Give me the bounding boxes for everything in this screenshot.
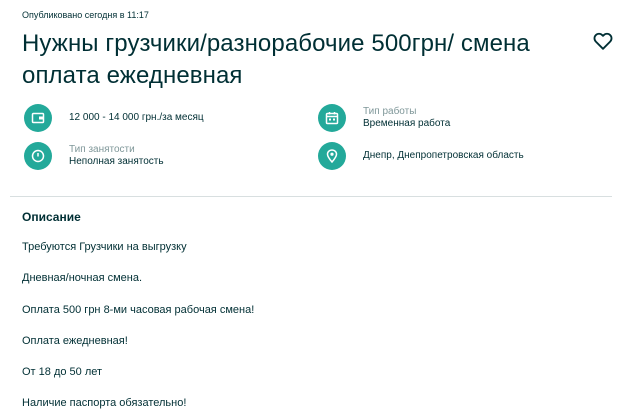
work-type-attribute: Тип работы Временная работа: [318, 104, 450, 132]
location-value: Днепр, Днепропетровская область: [363, 150, 524, 161]
description-line: Требуются Грузчики на выгрузку: [22, 241, 187, 253]
employment-type-attribute: Тип занятости Неполная занятость: [24, 142, 164, 170]
location-pin-icon: [318, 142, 346, 170]
employment-type-value: Неполная занятость: [69, 156, 164, 167]
page-title: Нужны грузчики/разнорабочие 500грн/ смен…: [22, 30, 530, 89]
work-type-value: Временная работа: [363, 118, 451, 129]
description-line: Оплата 500 грн 8-ми часовая рабочая смен…: [22, 304, 255, 316]
published-date: Опубликовано сегодня в 11:17: [22, 10, 149, 20]
clock-icon: [24, 142, 52, 170]
description-line: От 18 до 50 лет: [22, 366, 103, 378]
description-line: Наличие паспорта обязательно!: [22, 397, 187, 409]
calendar-icon: [318, 104, 346, 132]
favorite-heart-icon[interactable]: [592, 30, 614, 52]
description-title: Описание: [22, 210, 81, 224]
description-line: Оплата ежедневная!: [22, 335, 128, 347]
salary-value: 12 000 - 14 000 грн./за месяц: [69, 112, 204, 123]
location-attribute: Днепр, Днепропетровская область: [318, 142, 524, 170]
employment-type-label: Тип занятости: [69, 144, 135, 155]
wallet-icon: [24, 104, 52, 132]
divider: [10, 196, 612, 197]
description-line: Дневная/ночная смена.: [22, 272, 143, 284]
work-type-label: Тип работы: [363, 106, 417, 117]
salary-attribute: 12 000 - 14 000 грн./за месяц: [24, 104, 204, 132]
